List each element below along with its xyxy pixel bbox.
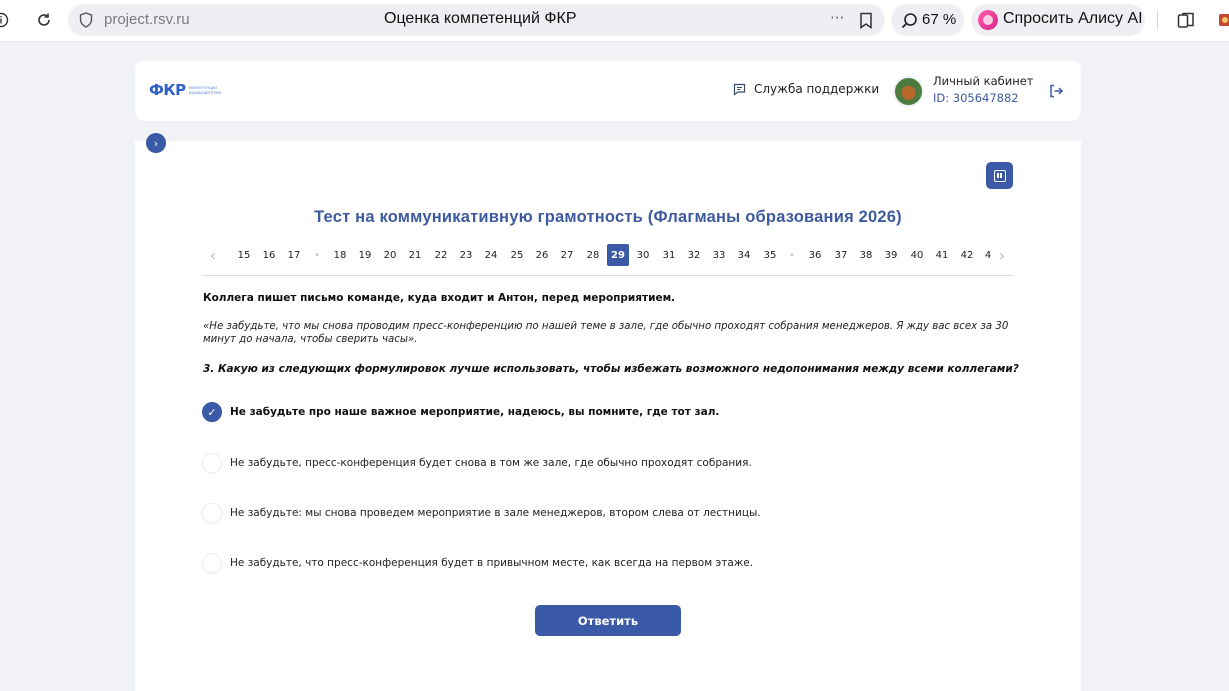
page-tab-title: Оценка компетенций ФКР [384,10,577,27]
zoom-indicator[interactable]: 67 % [891,4,964,36]
radio-button[interactable] [202,453,222,473]
radio-button[interactable] [202,553,222,573]
pagination-item[interactable]: 17 [283,244,305,266]
pagination-item[interactable]: 25 [506,244,528,266]
pagination-item[interactable]: 15 [233,244,255,266]
pagination-item[interactable]: 32 [683,244,705,266]
pagination-item[interactable]: 38 [855,244,877,266]
radio-checked-icon[interactable]: ✓ [202,402,222,422]
radio-button[interactable] [202,503,222,523]
site-header: ФКР компетенции руководителей Служба под… [135,61,1081,121]
pagination-item[interactable]: 27 [556,244,578,266]
answer-option[interactable]: Не забудьте, что пресс-конференция будет… [202,552,753,574]
question-context: Коллега пишет письмо команде, куда входи… [203,292,676,304]
bookmark-icon[interactable] [859,12,873,33]
pagination-item[interactable]: 24 [480,244,502,266]
logout-icon[interactable] [1048,83,1064,103]
pagination-item[interactable]: 41 [931,244,953,266]
alice-button[interactable]: Спросить Алису AI [971,4,1145,36]
pagination-item[interactable]: 36 [804,244,826,266]
chat-icon [733,83,746,96]
support-label: Служба поддержки [754,82,880,96]
reload-icon[interactable] [34,9,54,31]
cabinet-link[interactable]: Личный кабинет [933,74,1034,88]
answer-option-label: Не забудьте, что пресс-конференция будет… [230,557,754,569]
answer-option-label: Не забудьте: мы снова проведем мероприят… [230,507,761,519]
pagination-ellipsis: • [789,249,795,261]
pagination-item[interactable]: 35 [759,244,781,266]
test-title: Тест на коммуникативную грамотность (Фла… [314,208,902,226]
question-quote: «Не забудьте, что мы снова проводим прес… [203,321,1009,345]
pagination-ellipsis: • [314,249,320,261]
pagination-item[interactable]: 19 [354,244,376,266]
pagination-item[interactable]: 39 [880,244,902,266]
toolbar-divider [1157,10,1158,30]
answer-option-label: Не забудьте про наше важное мероприятие,… [230,406,720,418]
pause-button[interactable] [986,162,1013,189]
pagination-item[interactable]: 22 [430,244,452,266]
pagination-item[interactable]: 18 [329,244,351,266]
pause-icon [993,169,1006,182]
pagination-item[interactable]: 34 [733,244,755,266]
pagination-item[interactable]: 28 [582,244,604,266]
pagination-next-chevron-icon[interactable]: › [991,244,1013,266]
address-bar[interactable]: project.rsv.ru Оценка компетенций ФКР ··… [68,4,885,36]
pagination-item[interactable]: 21 [404,244,426,266]
pagination-item[interactable]: 30 [632,244,654,266]
pagination-item[interactable]: 31 [658,244,680,266]
question-pagination: ‹ 15 16 17 • 18 19 20 21 22 23 24 25 26 27 28 29 30 31 32 33… [202,244,1013,266]
logo[interactable]: ФКР компетенции руководителей [149,81,223,99]
answer-option-label: Не забудьте, пресс-конференция будет сно… [230,457,752,469]
pagination-item[interactable]: 20 [379,244,401,266]
pagination-item[interactable]: 26 [531,244,553,266]
user-id: ID: 305647882 [933,91,1019,105]
pagination-item-current[interactable]: 29 [607,244,629,266]
pagination-item[interactable]: 23 [455,244,477,266]
avatar[interactable] [893,76,924,107]
pagination-item[interactable]: 40 [906,244,928,266]
alice-icon [978,10,998,30]
info-icon[interactable] [0,9,10,31]
extension-icon[interactable] [1217,9,1229,31]
logo-subtext: компетенции руководителей [188,85,221,95]
submit-answer-button[interactable]: Ответить [535,605,681,636]
pagination-item[interactable]: 33 [708,244,730,266]
pagination-item[interactable]: 42 [956,244,978,266]
answer-option[interactable]: Не забудьте, пресс-конференция будет сно… [202,452,752,474]
sidebar-toggle-chevron-icon[interactable]: › [146,133,166,153]
pagination-divider [202,275,1013,276]
pagination-prev-chevron-icon[interactable]: ‹ [202,244,224,266]
zoom-value: 67 % [922,11,957,28]
browser-toolbar: project.rsv.ru Оценка компетенций ФКР ··… [0,0,1229,42]
shield-icon [79,12,93,32]
answer-option[interactable]: Не забудьте: мы снова проведем мероприят… [202,502,761,524]
question-text: 3. Какую из следующих формулировок лучше… [203,363,1019,375]
url-text: project.rsv.ru [104,11,190,28]
answer-option[interactable]: ✓ Не забудьте про наше важное мероприяти… [202,401,719,423]
collections-icon[interactable] [1176,9,1196,31]
pagination-item[interactable]: 37 [830,244,852,266]
logo-mark: ФКР [149,81,186,99]
support-link[interactable]: Служба поддержки [733,82,879,96]
more-icon[interactable]: ··· [830,9,844,27]
alice-label: Спросить Алису AI [1003,10,1143,27]
pagination-item[interactable]: 16 [258,244,280,266]
zoom-icon [901,12,918,33]
